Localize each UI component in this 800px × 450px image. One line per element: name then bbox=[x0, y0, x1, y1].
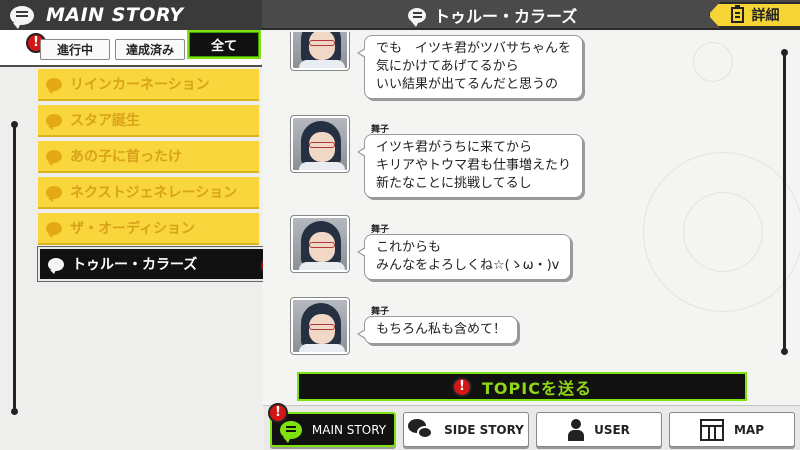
speech-bubble-icon bbox=[46, 149, 62, 166]
person-icon bbox=[568, 418, 585, 441]
avatar bbox=[290, 115, 350, 173]
alert-icon: ! bbox=[452, 376, 473, 397]
speech-bubble-icon bbox=[279, 420, 302, 443]
detail-label: 詳細 bbox=[751, 8, 780, 24]
nav-main-story-button[interactable]: MAIN STORY bbox=[270, 412, 396, 447]
message-bubble: イツキ君がうちに来てから キリアやトウマ君も仕事増えたり 新たなことに挑戦してる… bbox=[356, 134, 584, 198]
story-item-label: あの子に首ったけ bbox=[70, 149, 182, 165]
double-bubble-icon bbox=[408, 418, 434, 441]
story-item[interactable]: ザ・オーディション bbox=[38, 213, 259, 245]
page-title: MAIN STORY bbox=[46, 4, 184, 26]
avatar bbox=[290, 297, 350, 355]
app-header: MAIN STORY bbox=[0, 0, 262, 30]
story-item-active[interactable]: トゥルー・カラーズ bbox=[38, 247, 271, 281]
background-decoration bbox=[683, 192, 763, 272]
story-item[interactable]: ネクストジェネレーション bbox=[38, 177, 259, 209]
message-bubble: これからも みんなをよろしくね☆(ゝω・)v bbox=[356, 234, 572, 280]
speech-bubble-icon bbox=[46, 77, 62, 94]
document-icon bbox=[730, 5, 744, 23]
chat-header: トゥルー・カラーズ bbox=[408, 0, 577, 30]
avatar bbox=[290, 32, 350, 71]
story-item[interactable]: スタア誕生 bbox=[38, 105, 259, 137]
nav-label: USER bbox=[594, 422, 630, 437]
filter-all-button[interactable]: 全て bbox=[187, 30, 261, 59]
filter-completed-button[interactable]: 達成済み bbox=[115, 39, 185, 60]
nav-side-story-button[interactable]: SIDE STORY bbox=[403, 412, 529, 447]
story-item-label: ザ・オーディション bbox=[70, 221, 196, 237]
filter-row: ! 進行中 達成済み 全て bbox=[0, 30, 262, 64]
nav-user-button[interactable]: USER bbox=[536, 412, 662, 447]
speech-bubble-icon bbox=[46, 221, 62, 238]
nav-map-button[interactable]: MAP bbox=[669, 412, 795, 447]
nav-label: MAIN STORY bbox=[311, 422, 387, 437]
background-decoration bbox=[693, 42, 733, 82]
speech-bubble-icon bbox=[10, 5, 34, 29]
avatar bbox=[290, 215, 350, 273]
list-scrollbar[interactable] bbox=[11, 121, 18, 415]
story-list: リインカーネーション スタア誕生 あの子に首ったけ ネクストジェネレーション ザ… bbox=[0, 67, 280, 450]
bottom-nav: MAIN STORY SIDE STORY USER MAP bbox=[263, 405, 800, 450]
story-item[interactable]: リインカーネーション bbox=[38, 69, 259, 101]
message-bubble: でも イツキ君がツバサちゃんを 気にかけてあげてるから いい結果が出てるんだと思… bbox=[356, 35, 584, 99]
chat-title: トゥルー・カラーズ bbox=[434, 7, 578, 26]
chat-area: でも イツキ君がツバサちゃんを 気にかけてあげてるから いい結果が出てるんだと思… bbox=[263, 32, 800, 405]
send-topic-label: TOPICを送る bbox=[482, 378, 592, 398]
detail-button[interactable]: 詳細 bbox=[708, 2, 800, 28]
story-list-panel: ! 進行中 達成済み 全て リインカーネーション スタア誕生 あの子に首ったけ … bbox=[0, 30, 280, 450]
story-item[interactable]: あの子に首ったけ bbox=[38, 141, 259, 173]
map-icon bbox=[699, 418, 724, 441]
nav-label: MAP bbox=[733, 422, 765, 437]
top-bar: MAIN STORY トゥルー・カラーズ 詳細 bbox=[0, 0, 800, 30]
chat-scrollbar[interactable] bbox=[781, 49, 788, 355]
filter-in-progress-button[interactable]: 進行中 bbox=[40, 39, 110, 60]
speech-bubble-icon bbox=[408, 7, 426, 27]
alert-icon: ! bbox=[268, 403, 288, 423]
story-item-label: トゥルー・カラーズ bbox=[72, 257, 198, 273]
story-item-label: スタア誕生 bbox=[70, 113, 140, 129]
nav-label: SIDE STORY bbox=[444, 422, 524, 437]
send-topic-button[interactable]: ! TOPICを送る bbox=[297, 372, 747, 401]
message-bubble: もちろん私も含めて！ bbox=[356, 316, 519, 344]
speech-bubble-icon bbox=[48, 257, 64, 274]
story-item-label: ネクストジェネレーション bbox=[70, 185, 238, 201]
speech-bubble-icon bbox=[46, 113, 62, 130]
story-item-label: リインカーネーション bbox=[70, 77, 210, 93]
speech-bubble-icon bbox=[46, 185, 62, 202]
